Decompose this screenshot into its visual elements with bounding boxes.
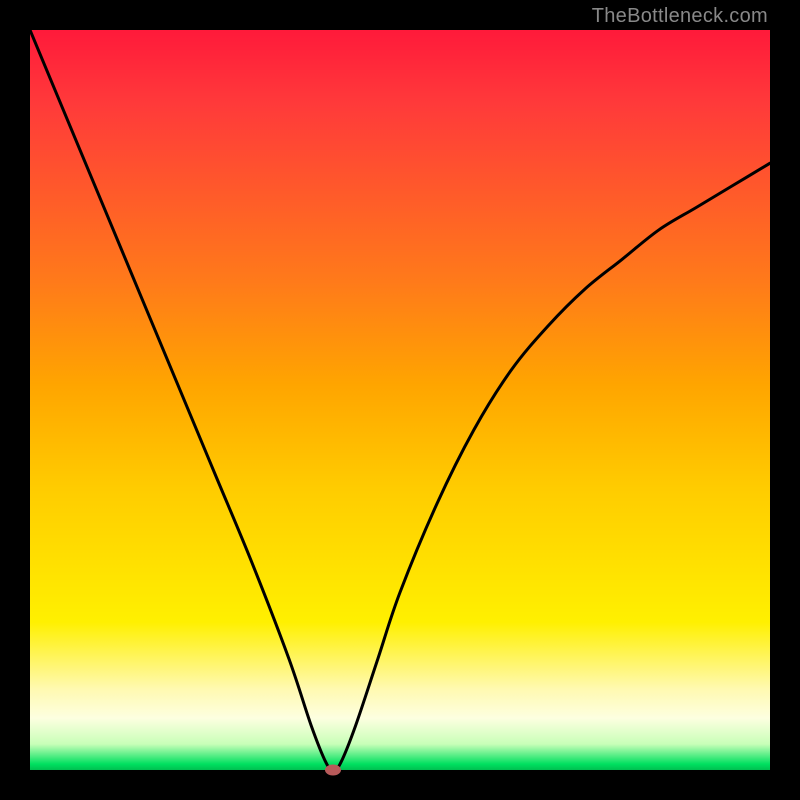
bottleneck-curve xyxy=(30,30,770,770)
chart-frame: TheBottleneck.com xyxy=(0,0,800,800)
watermark-text: TheBottleneck.com xyxy=(592,5,768,28)
plot-area xyxy=(30,30,770,770)
curve-svg xyxy=(30,30,770,770)
optimal-marker xyxy=(325,765,341,776)
